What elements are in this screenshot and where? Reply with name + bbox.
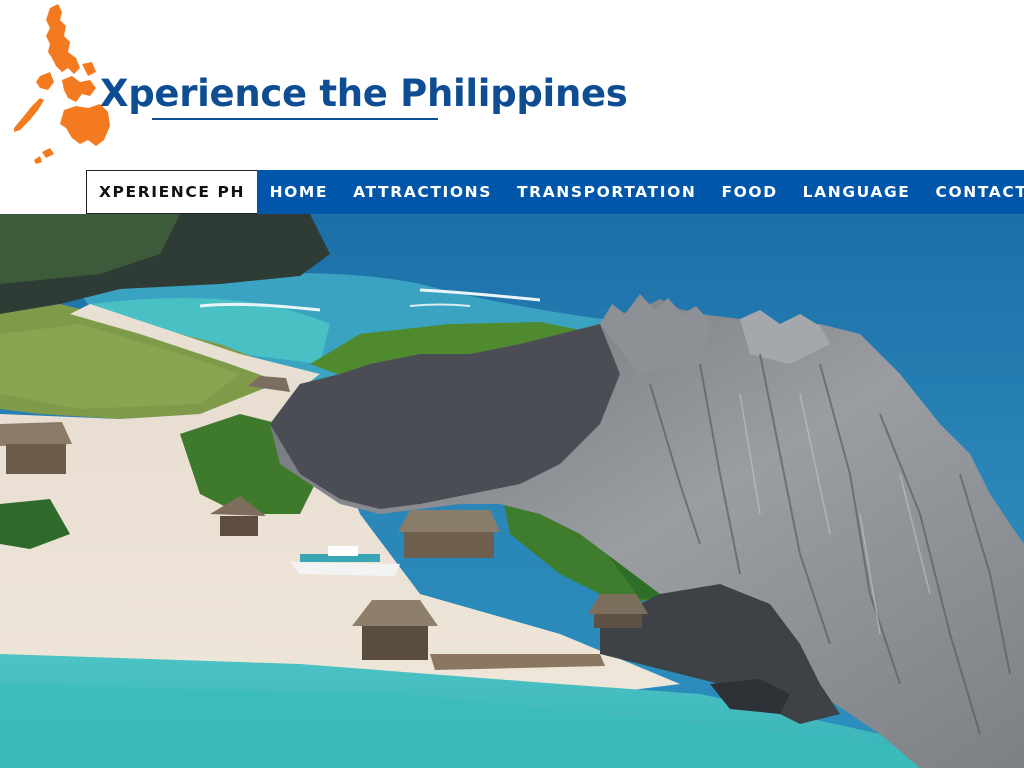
nav-contact[interactable]: CONTACT <box>923 170 1024 214</box>
nav-transportation[interactable]: TRANSPORTATION <box>504 170 708 214</box>
site-header: Xperience the Philippines <box>0 0 1024 170</box>
site-title[interactable]: Xperience the Philippines <box>100 70 628 118</box>
nav-attractions[interactable]: ATTRACTIONS <box>341 170 505 214</box>
nav-xperience-ph[interactable]: XPERIENCE PH <box>86 170 258 214</box>
title-underline <box>152 118 438 120</box>
nav-home[interactable]: HOME <box>257 170 341 214</box>
nav-language[interactable]: LANGUAGE <box>790 170 923 214</box>
main-nav: XPERIENCE PH HOME ATTRACTIONS TRANSPORTA… <box>86 170 1024 214</box>
nav-food[interactable]: FOOD <box>709 170 790 214</box>
hero-image <box>0 214 1024 768</box>
